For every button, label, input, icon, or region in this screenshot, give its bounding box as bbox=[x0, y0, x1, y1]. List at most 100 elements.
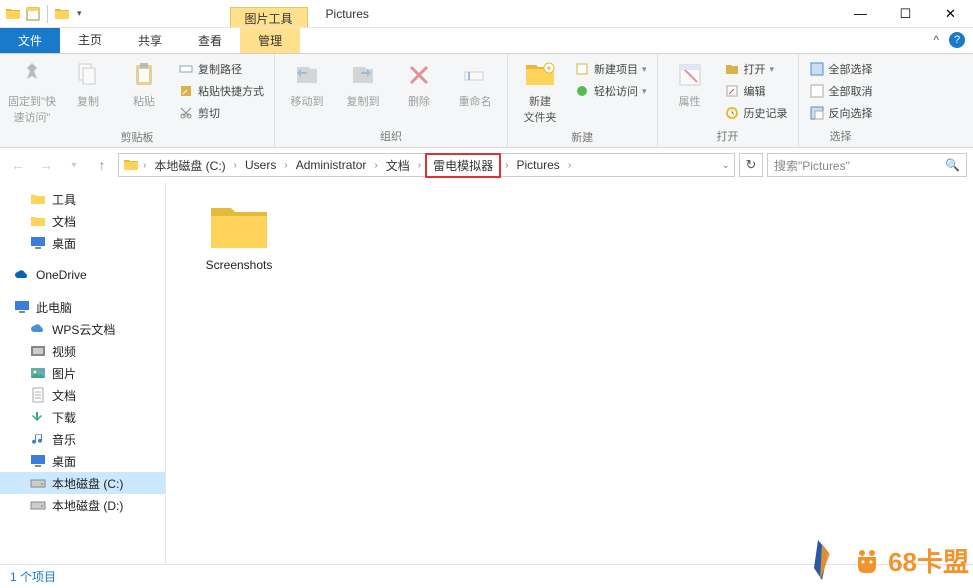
close-button[interactable]: ✕ bbox=[928, 0, 973, 27]
sidebar-item[interactable]: 图片 bbox=[0, 362, 165, 384]
music-icon bbox=[30, 431, 46, 447]
documents-icon bbox=[30, 387, 46, 403]
sidebar-item-selected[interactable]: 本地磁盘 (C:) bbox=[0, 472, 165, 494]
sidebar-item[interactable]: 视频 bbox=[0, 340, 165, 362]
cloud-icon bbox=[14, 267, 30, 283]
back-button[interactable]: ← bbox=[6, 153, 30, 177]
copy-button[interactable]: 复制 bbox=[62, 57, 114, 111]
minimize-button[interactable]: — bbox=[838, 0, 883, 27]
chevron-right-icon[interactable]: › bbox=[416, 160, 423, 171]
properties-button[interactable]: 属性 bbox=[664, 57, 716, 111]
collapse-ribbon-icon[interactable]: ^ bbox=[933, 33, 939, 47]
folder-icon bbox=[30, 191, 46, 207]
sidebar-item[interactable]: 工具 bbox=[0, 188, 165, 210]
sidebar-onedrive[interactable]: OneDrive bbox=[0, 264, 165, 286]
group-open: 属性 打开▾ 编辑 历史记录 打开 bbox=[658, 54, 799, 147]
new-item-button[interactable]: 新建项目▾ bbox=[570, 59, 651, 79]
forward-button[interactable]: → bbox=[34, 153, 58, 177]
paste-shortcut-button[interactable]: 粘贴快捷方式 bbox=[174, 81, 268, 101]
sidebar-item[interactable]: 文档 bbox=[0, 384, 165, 406]
help-icon[interactable]: ? bbox=[949, 32, 965, 48]
search-icon[interactable]: 🔍 bbox=[945, 158, 960, 172]
tab-view[interactable]: 查看 bbox=[180, 28, 240, 53]
paste-button[interactable]: 粘贴 bbox=[118, 57, 170, 111]
select-all-button[interactable]: 全部选择 bbox=[805, 59, 877, 79]
recent-dropdown[interactable]: ▾ bbox=[62, 153, 86, 177]
context-tab-label: 图片工具 bbox=[230, 7, 308, 27]
sidebar-item[interactable]: 本地磁盘 (D:) bbox=[0, 494, 165, 516]
download-icon bbox=[30, 409, 46, 425]
rename-button[interactable]: 重命名 bbox=[449, 57, 501, 111]
folder-icon bbox=[4, 5, 22, 23]
breadcrumb-item[interactable]: Users bbox=[241, 158, 280, 172]
ribbon-tabs: 文件 主页 共享 查看 管理 ^ ? bbox=[0, 28, 973, 54]
address-bar[interactable]: › 本地磁盘 (C:) › Users › Administrator › 文档… bbox=[118, 153, 735, 177]
path-icon bbox=[178, 61, 194, 77]
edit-button[interactable]: 编辑 bbox=[720, 81, 792, 101]
sidebar-item[interactable]: WPS云文档 bbox=[0, 318, 165, 340]
chevron-right-icon[interactable]: › bbox=[232, 160, 239, 171]
properties-icon bbox=[674, 59, 706, 91]
breadcrumb-item-highlighted[interactable]: 雷电模拟器 bbox=[425, 153, 501, 178]
folder-item[interactable]: Screenshots bbox=[194, 200, 284, 272]
sidebar-item[interactable]: 桌面 bbox=[0, 450, 165, 472]
delete-icon bbox=[403, 59, 435, 91]
select-all-icon bbox=[809, 61, 825, 77]
status-count: 1 个项目 bbox=[10, 568, 56, 585]
copy-to-button[interactable]: 复制到 bbox=[337, 57, 389, 111]
tab-manage[interactable]: 管理 bbox=[240, 28, 300, 53]
tab-share[interactable]: 共享 bbox=[120, 28, 180, 53]
breadcrumb-item[interactable]: Pictures bbox=[512, 158, 563, 172]
rename-icon bbox=[459, 59, 491, 91]
chevron-right-icon[interactable]: › bbox=[141, 160, 148, 171]
content-pane[interactable]: Screenshots bbox=[166, 182, 973, 564]
search-box[interactable]: 搜索"Pictures" 🔍 bbox=[767, 153, 967, 177]
sidebar-item[interactable]: 下载 bbox=[0, 406, 165, 428]
cut-button[interactable]: 剪切 bbox=[174, 103, 268, 123]
sidebar-item[interactable]: 音乐 bbox=[0, 428, 165, 450]
chevron-right-icon[interactable]: › bbox=[566, 160, 573, 171]
qat-dropdown-icon[interactable]: ▾ bbox=[73, 8, 86, 19]
folder-icon[interactable] bbox=[53, 5, 71, 23]
breadcrumb-item[interactable]: 文档 bbox=[382, 157, 414, 174]
refresh-button[interactable]: ↻ bbox=[739, 153, 763, 177]
new-folder-button[interactable]: ✦ 新建 文件夹 bbox=[514, 57, 566, 127]
select-none-button[interactable]: 全部取消 bbox=[805, 81, 877, 101]
easy-access-icon bbox=[574, 83, 590, 99]
group-new: ✦ 新建 文件夹 新建项目▾ 轻松访问▾ 新建 bbox=[508, 54, 658, 147]
history-button[interactable]: 历史记录 bbox=[720, 103, 792, 123]
delete-button[interactable]: 删除 bbox=[393, 57, 445, 111]
group-clipboard: 固定到"快 速访问" 复制 粘贴 复制路径 粘贴快捷方式 剪切 剪贴板 bbox=[0, 54, 275, 147]
breadcrumb-item[interactable]: 本地磁盘 (C:) bbox=[150, 157, 229, 174]
easy-access-button[interactable]: 轻松访问▾ bbox=[570, 81, 651, 101]
svg-text:✦: ✦ bbox=[546, 64, 553, 73]
group-label: 选择 bbox=[805, 126, 877, 147]
status-bar: 1 个项目 bbox=[0, 564, 973, 588]
sidebar-item[interactable]: 文档 bbox=[0, 210, 165, 232]
properties-qat-icon[interactable] bbox=[24, 5, 42, 23]
window-title: Pictures bbox=[326, 7, 369, 21]
ribbon: 固定到"快 速访问" 复制 粘贴 复制路径 粘贴快捷方式 剪切 剪贴板 移动到 bbox=[0, 54, 973, 148]
address-dropdown-icon[interactable]: ⌄ bbox=[722, 160, 730, 171]
copy-path-button[interactable]: 复制路径 bbox=[174, 59, 268, 79]
chevron-right-icon[interactable]: › bbox=[503, 160, 510, 171]
sidebar-thispc[interactable]: 此电脑 bbox=[0, 296, 165, 318]
copy-to-icon bbox=[347, 59, 379, 91]
maximize-button[interactable]: ☐ bbox=[883, 0, 928, 27]
open-button[interactable]: 打开▾ bbox=[720, 59, 792, 79]
history-icon bbox=[724, 105, 740, 121]
group-label: 剪贴板 bbox=[6, 127, 268, 148]
up-button[interactable]: ↑ bbox=[90, 153, 114, 177]
pin-quick-access-button[interactable]: 固定到"快 速访问" bbox=[6, 57, 58, 127]
tab-file[interactable]: 文件 bbox=[0, 28, 60, 53]
drive-icon bbox=[30, 497, 46, 513]
move-to-button[interactable]: 移动到 bbox=[281, 57, 333, 111]
select-none-icon bbox=[809, 83, 825, 99]
chevron-right-icon[interactable]: › bbox=[282, 160, 289, 171]
tab-home[interactable]: 主页 bbox=[60, 28, 120, 53]
chevron-right-icon[interactable]: › bbox=[372, 160, 379, 171]
invert-selection-button[interactable]: 反向选择 bbox=[805, 103, 877, 123]
sidebar-item[interactable]: 桌面 bbox=[0, 232, 165, 254]
breadcrumb-item[interactable]: Administrator bbox=[292, 158, 371, 172]
invert-icon bbox=[809, 105, 825, 121]
